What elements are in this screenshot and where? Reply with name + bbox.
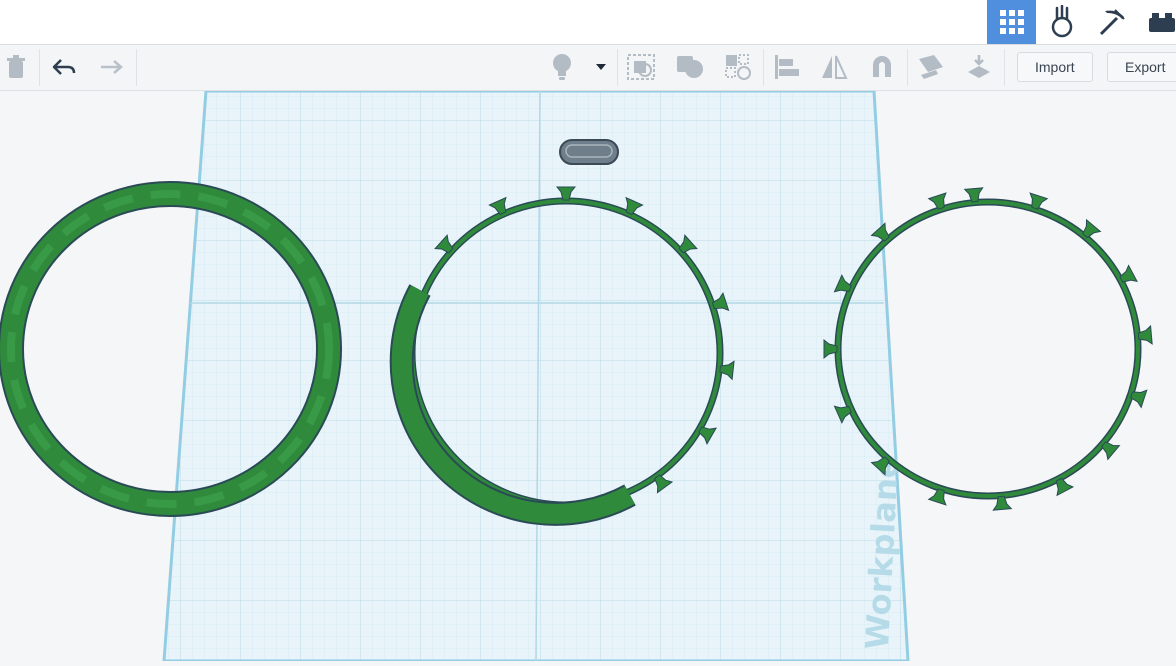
small-pill-shape[interactable]: [560, 140, 618, 164]
brick-icon: [1147, 10, 1176, 34]
bricks-mode-button[interactable]: [1137, 0, 1176, 44]
grid-icon: [999, 9, 1025, 35]
group-button[interactable]: [625, 51, 657, 83]
codeblocks-icon: [1047, 5, 1077, 39]
delete-button[interactable]: [0, 51, 32, 83]
workplane-button[interactable]: [915, 51, 947, 83]
codeblocks-mode-button[interactable]: [1037, 0, 1086, 44]
export-button[interactable]: Export: [1107, 52, 1176, 82]
3d-viewport[interactable]: Workplane: [0, 91, 1176, 661]
cruise-button[interactable]: [866, 51, 898, 83]
align-button[interactable]: [771, 51, 803, 83]
minecraft-mode-button[interactable]: [1087, 0, 1136, 44]
undo-button[interactable]: [48, 51, 80, 83]
ungroup-icon: [675, 53, 705, 81]
top-mode-bar: [0, 0, 1176, 45]
workplane[interactable]: [150, 91, 930, 661]
pickaxe-icon: [1097, 7, 1127, 37]
redo-button[interactable]: [95, 51, 127, 83]
ungroup-button[interactable]: [674, 51, 706, 83]
import-button[interactable]: Import: [1017, 52, 1093, 82]
solid-hole-button[interactable]: [722, 51, 754, 83]
magnet-icon: [868, 53, 896, 81]
notes-button[interactable]: [546, 51, 578, 83]
redo-icon: [98, 57, 124, 77]
edit-toolbar: Import Export: [0, 45, 1176, 91]
align-shapes-icon: [723, 52, 753, 82]
workplane-icon: [916, 53, 946, 81]
viewport-scene: Workplane: [0, 91, 1176, 661]
dropdown-arrow-icon: [595, 63, 607, 71]
3d-design-mode-button[interactable]: [987, 0, 1036, 44]
trash-icon: [6, 55, 26, 79]
mirror-button[interactable]: [818, 51, 850, 83]
undo-icon: [51, 57, 77, 77]
lightbulb-icon: [551, 53, 573, 81]
mirror-icon: [819, 53, 849, 81]
ruler-button[interactable]: [963, 51, 995, 83]
ruler-icon: [964, 52, 994, 82]
notes-dropdown[interactable]: [586, 51, 616, 83]
align-icon: [773, 53, 801, 81]
group-icon: [626, 53, 656, 81]
